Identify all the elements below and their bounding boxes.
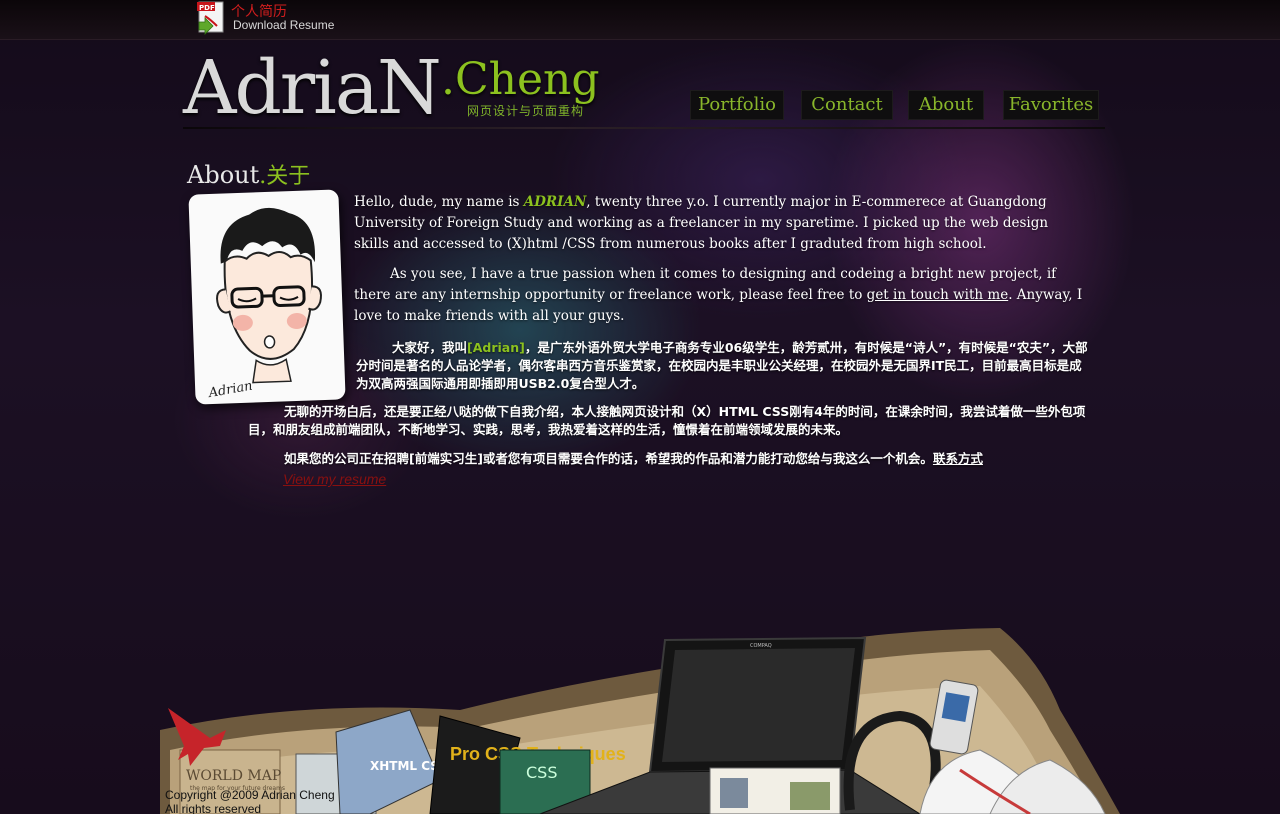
svg-text:PDF: PDF	[199, 4, 215, 12]
contact-link[interactable]: get in touch with me	[867, 287, 1009, 303]
desk-illustration: WORLD MAP the map for your future dreams…	[160, 628, 1120, 814]
header-divider	[183, 127, 1105, 129]
cn3-before: 如果您的公司正在招聘[前端实习生]或者您有项目需要合作的话，希望我的作品和潜力能…	[284, 451, 933, 466]
nav-contact[interactable]: Contact	[801, 90, 893, 120]
site-logo[interactable]: AdriaN .Cheng 网页设计与页面重构	[183, 48, 623, 128]
page-title: About.关于	[187, 158, 311, 189]
view-resume-link[interactable]: View my resume	[283, 471, 386, 487]
contact-link-cn[interactable]: 联系方式	[933, 451, 983, 466]
photo-album-icon	[709, 767, 841, 814]
nav-portfolio[interactable]: Portfolio	[690, 90, 784, 120]
nav-favorites[interactable]: Favorites	[1003, 90, 1099, 120]
logo-name: AdriaN	[183, 45, 442, 131]
avatar-signature: Adrian	[207, 379, 254, 402]
resume-label-en: Download Resume	[233, 18, 335, 32]
copyright: Copyright @2009 Adrian Cheng All rights …	[165, 788, 365, 814]
intro-paragraph-en-1: Hello, dude, my name is ADRIAN, twenty t…	[354, 192, 1084, 255]
intro-paragraph-cn-1: 大家好，我叫[Adrian]，是广东外语外贸大学电子商务专业06级学生，龄芳贰卅…	[356, 339, 1090, 393]
download-resume-link[interactable]: PDF 个人简历 Download Resume	[195, 0, 345, 38]
intro-paragraph-en-2: As you see, I have a true passion when i…	[354, 264, 1084, 327]
intro-paragraph-cn-3: 如果您的公司正在招聘[前端实习生]或者您有项目需要合作的话，希望我的作品和潜力能…	[284, 450, 1084, 468]
avatar: Adrian	[188, 189, 346, 405]
svg-text:COMPAQ: COMPAQ	[750, 643, 772, 649]
nav-about[interactable]: About	[908, 90, 984, 120]
copyright-line-1: Copyright @2009 Adrian Cheng	[165, 788, 335, 802]
highlighted-name: ADRIAN	[523, 194, 587, 210]
svg-text:WORLD MAP: WORLD MAP	[186, 768, 281, 784]
logo-tagline: 网页设计与页面重构	[467, 104, 585, 118]
svg-text:CSS: CSS	[526, 763, 557, 782]
about-heading-en: About	[187, 161, 260, 189]
intro-paragraph-cn-2: 无聊的开场白后，还是要正经八哒的做下自我介绍，本人接触网页设计和（X）HTML …	[248, 404, 1086, 437]
copyright-line-2: All rights reserved	[165, 802, 262, 814]
about-heading-cn: 关于	[266, 164, 311, 189]
cn1-before: 大家好，我叫	[392, 340, 468, 355]
cn-highlighted-name: [Adrian]	[467, 340, 525, 355]
logo-surname: .Cheng	[441, 54, 600, 105]
cartoon-portrait: Adrian	[207, 207, 322, 402]
pdf-icon: PDF	[197, 1, 224, 35]
top-bar	[0, 0, 1280, 40]
p1-before: Hello, dude, my name is	[354, 194, 524, 210]
